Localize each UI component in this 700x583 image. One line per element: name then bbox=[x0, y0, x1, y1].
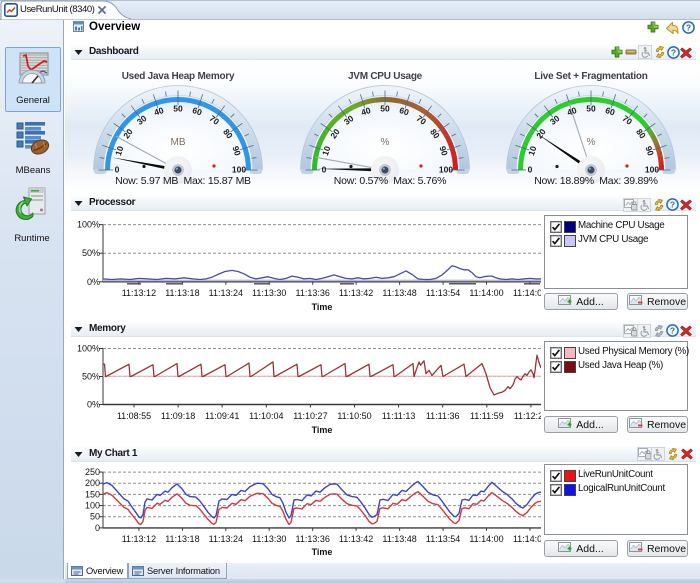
svg-text:11:13:12: 11:13:12 bbox=[122, 534, 156, 544]
svg-text:11:11:59: 11:11:59 bbox=[470, 411, 504, 421]
svg-text:50: 50 bbox=[173, 103, 183, 113]
svg-text:11:14:06: 11:14:06 bbox=[513, 534, 541, 544]
svg-text:150: 150 bbox=[85, 489, 100, 499]
svg-text:100%: 100% bbox=[77, 220, 100, 230]
svg-text:100: 100 bbox=[645, 164, 659, 174]
svg-text:11:09:41: 11:09:41 bbox=[205, 411, 239, 421]
svg-text:11:13:24: 11:13:24 bbox=[209, 534, 243, 544]
svg-text:0: 0 bbox=[322, 164, 327, 174]
svg-text:11:09:18: 11:09:18 bbox=[161, 411, 195, 421]
svg-text:11:11:13: 11:11:13 bbox=[382, 411, 416, 421]
svg-text:11:10:50: 11:10:50 bbox=[337, 411, 371, 421]
svg-text:11:13:30: 11:13:30 bbox=[252, 534, 286, 544]
svg-text:50: 50 bbox=[586, 103, 596, 113]
svg-text:0%: 0% bbox=[87, 277, 100, 287]
svg-text:11:14:00: 11:14:00 bbox=[469, 288, 503, 298]
svg-text:%: % bbox=[587, 137, 596, 148]
svg-text:MB: MB bbox=[171, 137, 186, 148]
svg-text:200: 200 bbox=[85, 478, 100, 488]
svg-text:11:12:22: 11:12:22 bbox=[514, 411, 541, 421]
svg-text:11:13:48: 11:13:48 bbox=[382, 534, 416, 544]
svg-text:50: 50 bbox=[380, 103, 390, 113]
svg-text:11:14:06: 11:14:06 bbox=[513, 288, 541, 298]
svg-text:11:10:04: 11:10:04 bbox=[249, 411, 283, 421]
svg-text:%: % bbox=[381, 137, 390, 148]
svg-text:?: ? bbox=[670, 47, 675, 57]
svg-text:11:13:48: 11:13:48 bbox=[382, 288, 416, 298]
svg-text:11:10:27: 11:10:27 bbox=[293, 411, 327, 421]
svg-text:50%: 50% bbox=[82, 372, 100, 382]
svg-text:?: ? bbox=[670, 199, 675, 209]
svg-text:11:13:54: 11:13:54 bbox=[426, 534, 460, 544]
svg-text:0: 0 bbox=[115, 164, 120, 174]
svg-text:100: 100 bbox=[232, 164, 246, 174]
svg-text:11:13:54: 11:13:54 bbox=[426, 288, 460, 298]
svg-text:11:13:18: 11:13:18 bbox=[165, 288, 199, 298]
svg-text:50%: 50% bbox=[82, 248, 100, 258]
svg-text:11:14:00: 11:14:00 bbox=[469, 534, 503, 544]
svg-text:11:13:30: 11:13:30 bbox=[252, 288, 286, 298]
svg-text:11:13:42: 11:13:42 bbox=[339, 288, 373, 298]
svg-text:11:08:55: 11:08:55 bbox=[117, 411, 151, 421]
svg-text:50: 50 bbox=[90, 512, 100, 522]
svg-text:Time: Time bbox=[312, 302, 333, 312]
svg-text:250: 250 bbox=[85, 467, 100, 477]
svg-text:0: 0 bbox=[528, 164, 533, 174]
svg-text:?: ? bbox=[670, 325, 675, 335]
svg-text:100%: 100% bbox=[77, 344, 100, 354]
svg-text:0%: 0% bbox=[87, 400, 100, 410]
svg-text:100: 100 bbox=[85, 501, 100, 511]
svg-text:11:13:24: 11:13:24 bbox=[209, 288, 243, 298]
svg-text:11:13:12: 11:13:12 bbox=[122, 288, 156, 298]
svg-text:11:13:36: 11:13:36 bbox=[296, 534, 330, 544]
svg-text:Time: Time bbox=[312, 425, 333, 435]
svg-text:Time: Time bbox=[312, 547, 333, 557]
svg-text:11:13:36: 11:13:36 bbox=[296, 288, 330, 298]
svg-text:11:13:42: 11:13:42 bbox=[339, 534, 373, 544]
svg-text:0: 0 bbox=[95, 523, 100, 533]
svg-text:?: ? bbox=[685, 22, 690, 32]
svg-text:100: 100 bbox=[439, 164, 453, 174]
svg-text:11:13:18: 11:13:18 bbox=[165, 534, 199, 544]
svg-text:11:11:36: 11:11:36 bbox=[426, 411, 460, 421]
